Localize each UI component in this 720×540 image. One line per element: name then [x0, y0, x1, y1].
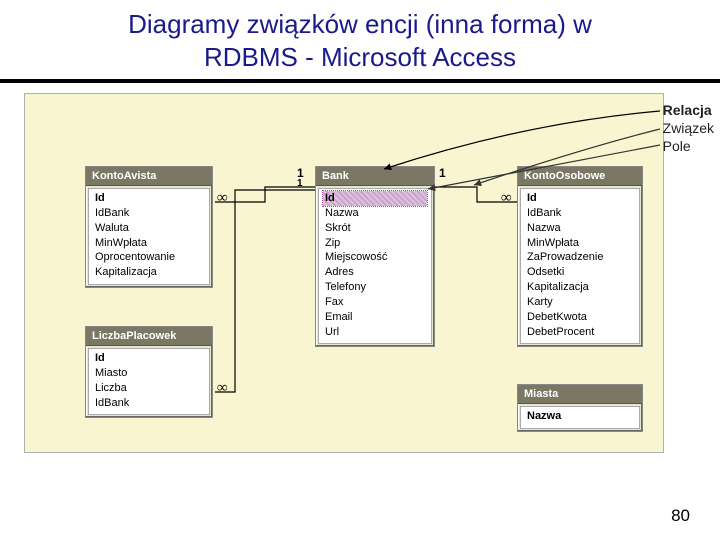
entity-body: Id Nazwa Skrót Zip Miejscowość Adres Tel… [318, 188, 432, 344]
legend-relacja: Relacja [663, 101, 714, 119]
field[interactable]: Waluta [93, 221, 205, 236]
entity-liczbaplacowek[interactable]: LiczbaPlacowek Id Miasto Liczba IdBank [85, 326, 213, 418]
entity-body: Id IdBank Nazwa MinWpłata ZaProwadzenie … [520, 188, 640, 344]
field[interactable]: IdBank [525, 206, 635, 221]
entity-kontoosobowe[interactable]: KontoOsobowe Id IdBank Nazwa MinWpłata Z… [517, 166, 643, 347]
field[interactable]: Zip [323, 236, 427, 251]
page-number: 80 [671, 506, 690, 526]
entity-body: Id IdBank Waluta MinWpłata Oprocentowani… [88, 188, 210, 285]
field-id[interactable]: Id [93, 351, 205, 366]
relationships-canvas: 1 ∞ 1 ∞ 1 ∞ KontoAvista Id IdBank Waluta… [24, 93, 664, 453]
cardinality-many: ∞ [217, 380, 228, 397]
legend-zwiazek: Związek [663, 119, 714, 137]
cardinality-one: 1 [297, 178, 303, 189]
diagram-wrap: 1 ∞ 1 ∞ 1 ∞ KontoAvista Id IdBank Waluta… [24, 93, 696, 493]
entity-bank[interactable]: Bank Id Nazwa Skrót Zip Miejscowość Adre… [315, 166, 435, 347]
entity-header[interactable]: KontoOsobowe [518, 167, 642, 186]
field-id[interactable]: Id [525, 191, 635, 206]
entity-miasta[interactable]: Miasta Nazwa [517, 384, 643, 432]
field[interactable]: Nazwa [323, 206, 427, 221]
slide-title: Diagramy związków encji (inna forma) w R… [40, 8, 680, 73]
entity-header[interactable]: KontoAvista [86, 167, 212, 186]
field[interactable]: Url [323, 325, 427, 340]
field[interactable]: Miejscowość [323, 250, 427, 265]
field[interactable]: Liczba [93, 381, 205, 396]
cardinality-many: ∞ [501, 190, 512, 207]
field[interactable]: Kapitalizacja [525, 280, 635, 295]
field[interactable]: Adres [323, 265, 427, 280]
field[interactable]: Oprocentowanie [93, 250, 205, 265]
field[interactable]: Odsetki [525, 265, 635, 280]
title-line-2: RDBMS - Microsoft Access [204, 42, 516, 72]
field[interactable]: Email [323, 310, 427, 325]
slide-title-area: Diagramy związków encji (inna forma) w R… [0, 0, 720, 77]
entity-body: Nazwa [520, 406, 640, 429]
field[interactable]: Skrót [323, 221, 427, 236]
field[interactable]: Fax [323, 295, 427, 310]
field[interactable]: IdBank [93, 396, 205, 411]
field-id[interactable]: Id [93, 191, 205, 206]
entity-kontoavista[interactable]: KontoAvista Id IdBank Waluta MinWpłata O… [85, 166, 213, 288]
field[interactable]: DebetKwota [525, 310, 635, 325]
entity-header[interactable]: Miasta [518, 385, 642, 404]
entity-header[interactable]: LiczbaPlacowek [86, 327, 212, 346]
field[interactable]: ZaProwadzenie [525, 250, 635, 265]
field[interactable]: Kapitalizacja [93, 265, 205, 280]
field[interactable]: IdBank [93, 206, 205, 221]
cardinality-one: 1 [439, 166, 446, 180]
cardinality-many: ∞ [217, 190, 228, 207]
legend: Relacja Związek Pole [663, 101, 714, 156]
legend-pole: Pole [663, 137, 714, 155]
field[interactable]: Nazwa [525, 221, 635, 236]
field[interactable]: Telefony [323, 280, 427, 295]
field-id-selected[interactable]: Id [323, 191, 427, 206]
field[interactable]: Karty [525, 295, 635, 310]
field[interactable]: Miasto [93, 366, 205, 381]
field[interactable]: MinWpłata [525, 236, 635, 251]
title-underline [0, 79, 720, 83]
field[interactable]: Nazwa [525, 409, 635, 424]
field[interactable]: DebetProcent [525, 325, 635, 340]
entity-header[interactable]: Bank [316, 167, 434, 186]
entity-body: Id Miasto Liczba IdBank [88, 348, 210, 415]
field[interactable]: MinWpłata [93, 236, 205, 251]
title-line-1: Diagramy związków encji (inna forma) w [128, 9, 592, 39]
